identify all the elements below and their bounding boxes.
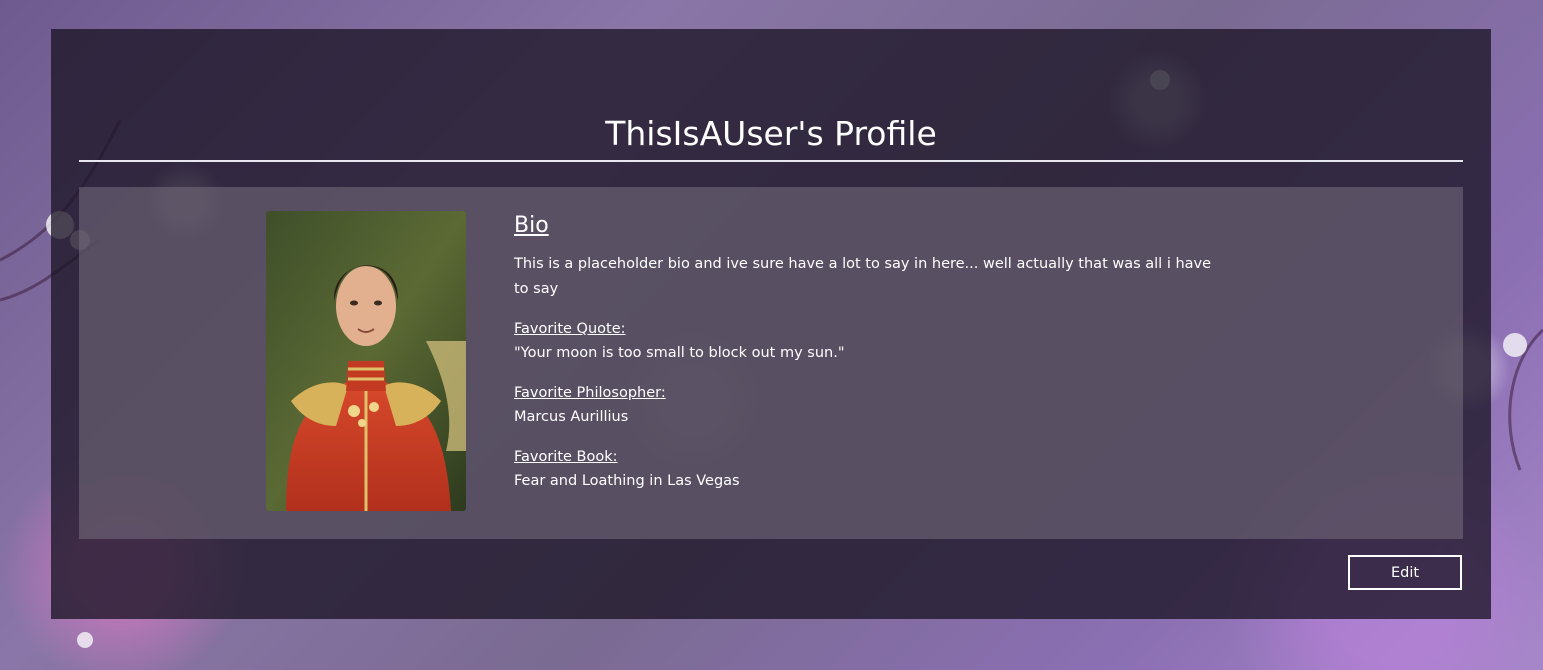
profile-card: Bio This is a placeholder bio and ive su… bbox=[79, 187, 1463, 539]
favorite-philosopher-label: Favorite Philosopher: bbox=[514, 385, 666, 401]
favorite-book-value: Fear and Loathing in Las Vegas bbox=[514, 473, 740, 489]
edit-button[interactable]: Edit bbox=[1348, 555, 1462, 590]
bio-heading: Bio bbox=[514, 213, 549, 238]
title-divider bbox=[79, 160, 1463, 162]
profile-panel: ThisIsAUser's Profile Bio This is a plac… bbox=[51, 29, 1491, 619]
favorite-philosopher-value: Marcus Aurillius bbox=[514, 409, 629, 425]
favorite-quote-label: Favorite Quote: bbox=[514, 321, 626, 337]
favorite-book-label: Favorite Book: bbox=[514, 449, 618, 465]
page-title: ThisIsAUser's Profile bbox=[605, 114, 937, 153]
bio-content: Bio This is a placeholder bio and ive su… bbox=[514, 213, 1214, 509]
portrait-image bbox=[266, 211, 466, 511]
profile-portrait bbox=[266, 211, 466, 511]
bio-text: This is a placeholder bio and ive sure h… bbox=[514, 256, 1212, 297]
favorite-quote-value: "Your moon is too small to block out my … bbox=[514, 345, 845, 361]
